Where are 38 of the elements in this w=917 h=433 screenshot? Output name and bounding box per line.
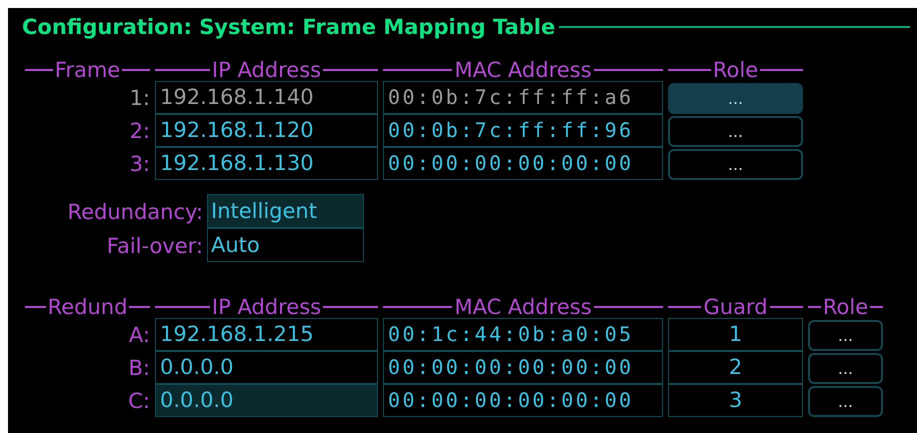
column-header: IP Address (212, 58, 322, 82)
mac-field[interactable]: 00:00:00:00:00:00 (383, 147, 663, 180)
column-header: IP Address (212, 295, 322, 319)
option-field[interactable]: Auto (207, 228, 364, 262)
guard-field[interactable]: 2 (668, 351, 803, 384)
ip-field[interactable]: 192.168.1.120 (155, 114, 378, 147)
mac-field[interactable]: 00:00:00:00:00:00 (383, 351, 663, 384)
role-button[interactable]: ... (668, 149, 803, 180)
mac-field[interactable]: 00:1c:44:0b:a0:05 (383, 318, 663, 351)
row-label: 3: (128, 151, 150, 178)
column-header: Guard (703, 295, 768, 319)
guard-field[interactable]: 3 (668, 384, 803, 417)
role-button[interactable]: ... (808, 320, 883, 351)
role-button[interactable]: ... (668, 116, 803, 147)
column-header: Role (712, 58, 758, 82)
ip-field[interactable]: 192.168.1.215 (155, 318, 378, 351)
ip-field[interactable]: 0.0.0.0 (155, 384, 378, 417)
row-label: B: (128, 355, 150, 382)
mac-field[interactable]: 00:00:00:00:00:00 (383, 384, 663, 417)
column-header: Role (822, 295, 868, 319)
row-label: 1: (128, 85, 150, 112)
column-header: Redund (48, 295, 128, 319)
option-field[interactable]: Intelligent (207, 194, 364, 228)
guard-field[interactable]: 1 (668, 318, 803, 351)
mac-field[interactable]: 00:0b:7c:ff:ff:96 (383, 114, 663, 147)
ip-field[interactable]: 192.168.1.130 (155, 147, 378, 180)
column-header: MAC Address (454, 295, 592, 319)
column-header: Frame (54, 58, 120, 82)
window-title: Configuration: System: Frame Mapping Table (22, 14, 556, 41)
option-label: Fail-over: (106, 233, 203, 260)
row-label: 2: (128, 118, 150, 145)
row-label: A: (128, 322, 150, 349)
column-header: MAC Address (454, 58, 592, 82)
ip-field[interactable]: 0.0.0.0 (155, 351, 378, 384)
role-button[interactable]: ... (808, 353, 883, 384)
role-button[interactable]: ... (808, 386, 883, 417)
option-label: Redundancy: (66, 199, 203, 226)
row-label: C: (127, 388, 150, 415)
